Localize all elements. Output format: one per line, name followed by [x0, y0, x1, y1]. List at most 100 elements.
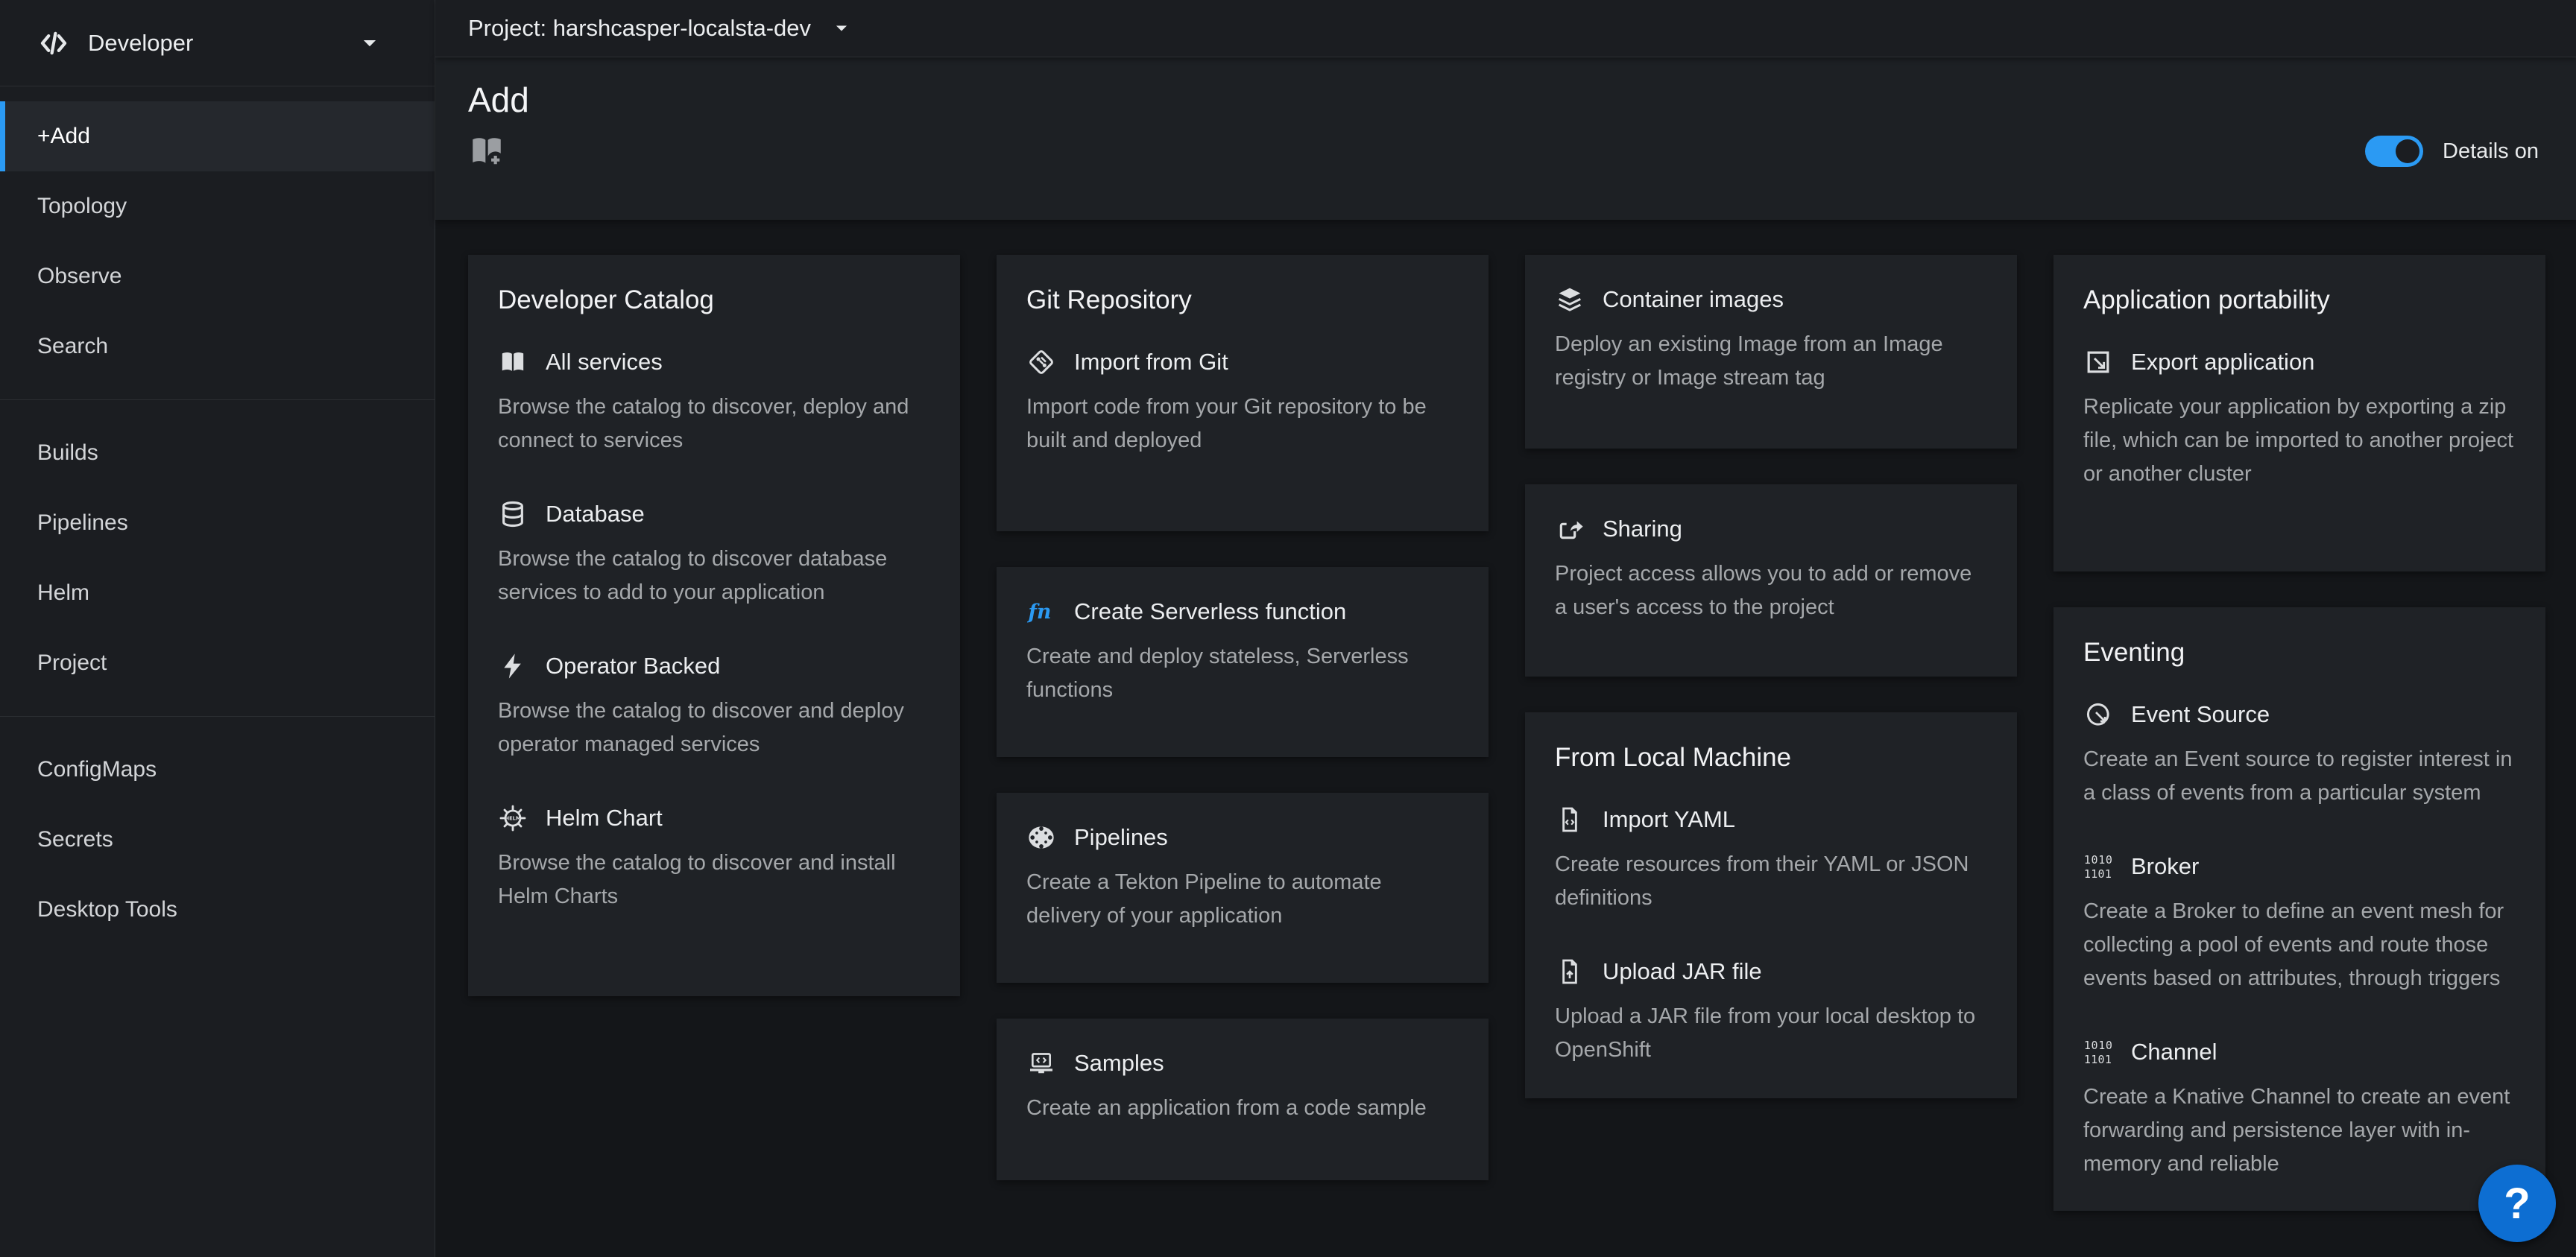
add-page-content: Developer Catalog All services Browse th…	[435, 220, 2576, 1257]
item-label: Container images	[1603, 286, 1784, 313]
book-plus-icon[interactable]	[468, 133, 505, 170]
card-git-repository: Git Repository Import from Git Import co…	[997, 255, 1489, 531]
add-item-import-from-git[interactable]: Import from Git Import code from your Gi…	[1026, 347, 1459, 457]
catalog-icon	[498, 347, 528, 377]
item-description: Create an application from a code sample	[1026, 1092, 1459, 1125]
git-icon	[1026, 347, 1056, 377]
item-label: Pipelines	[1074, 824, 1168, 851]
svg-text:HELM: HELM	[505, 815, 521, 821]
add-item-pipelines[interactable]: Pipelines Create a Tekton Pipeline to au…	[1026, 823, 1459, 933]
column-1: Developer Catalog All services Browse th…	[468, 255, 960, 1032]
add-item-event-source[interactable]: Event Source Create an Event source to r…	[2083, 700, 2516, 810]
chevron-down-icon	[832, 19, 851, 38]
item-label: Operator Backed	[546, 653, 720, 680]
card-from-local-machine: From Local Machine Import YAML Create re…	[1525, 712, 2017, 1098]
sidebar-nav: +Add Topology Observe Search Builds Pipe…	[0, 86, 435, 981]
sharing-icon	[1555, 514, 1585, 544]
serverless-fn-icon: fn	[1026, 597, 1056, 627]
sidebar-item-project[interactable]: Project	[0, 628, 435, 698]
card-eventing: Eventing Event Source Create an Event so…	[2053, 607, 2545, 1211]
samples-icon	[1026, 1048, 1056, 1078]
app-window: Developer +Add Topology Observe Search B…	[0, 0, 2576, 1257]
add-item-broker[interactable]: 101011011 Broker Create a Broker to defi…	[2083, 852, 2516, 995]
item-label: Event Source	[2131, 701, 2270, 728]
item-label: Helm Chart	[546, 805, 663, 832]
item-description: Create and deploy stateless, Serverless …	[1026, 640, 1459, 707]
sidebar-item-add[interactable]: +Add	[0, 101, 435, 171]
code-icon	[37, 27, 70, 60]
item-label: Channel	[2131, 1039, 2217, 1066]
import-yaml-icon	[1555, 805, 1585, 835]
item-description: Create an Event source to register inter…	[2083, 743, 2516, 810]
sidebar-item-builds[interactable]: Builds	[0, 418, 435, 488]
item-label: Export application	[2131, 349, 2314, 376]
sidebar-item-search[interactable]: Search	[0, 311, 435, 381]
item-label: Import YAML	[1603, 806, 1735, 833]
card-samples: Samples Create an application from a cod…	[997, 1019, 1489, 1180]
item-description: Create a Tekton Pipeline to automate del…	[1026, 866, 1459, 933]
database-icon	[498, 499, 528, 529]
item-description: Upload a JAR file from your local deskto…	[1555, 1000, 1987, 1067]
item-label: All services	[546, 349, 663, 376]
bolt-icon	[498, 651, 528, 681]
card-sharing: Sharing Project access allows you to add…	[1525, 484, 2017, 677]
sidebar-item-topology[interactable]: Topology	[0, 171, 435, 241]
item-description: Project access allows you to add or remo…	[1555, 557, 1987, 624]
card-columns: Developer Catalog All services Browse th…	[468, 255, 2545, 1247]
svg-text:1010: 1010	[2084, 1039, 2113, 1052]
column-4: Application portability Export applicati…	[2053, 255, 2545, 1247]
page-title: Add	[468, 80, 2539, 121]
add-item-upload-jar-file[interactable]: Upload JAR file Upload a JAR file from y…	[1555, 957, 1987, 1067]
add-item-sharing[interactable]: Sharing Project access allows you to add…	[1555, 514, 1987, 624]
svg-text:1010: 1010	[2084, 853, 2113, 867]
toggle-knob	[2396, 139, 2419, 163]
chevron-down-icon	[359, 32, 381, 54]
card-developer-catalog: Developer Catalog All services Browse th…	[468, 255, 960, 996]
svg-text:fn: fn	[1027, 601, 1052, 624]
card-pipelines: Pipelines Create a Tekton Pipeline to au…	[997, 793, 1489, 983]
item-description: Create resources from their YAML or JSON…	[1555, 848, 1987, 915]
sidebar-item-desktop-tools[interactable]: Desktop Tools	[0, 875, 435, 945]
item-description: Create a Broker to define an event mesh …	[2083, 895, 2516, 995]
perspective-label: Developer	[88, 30, 359, 57]
item-description: Browse the catalog to discover and deplo…	[498, 694, 930, 762]
nav-group-resources: Builds Pipelines Helm Project	[0, 418, 435, 717]
item-label: Upload JAR file	[1603, 958, 1762, 985]
helm-icon: HELM	[498, 803, 528, 833]
add-item-import-yaml[interactable]: Import YAML Create resources from their …	[1555, 805, 1987, 915]
add-item-create-serverless-function[interactable]: fn Create Serverless function Create and…	[1026, 597, 1459, 707]
broker-icon: 101011011	[2083, 852, 2113, 881]
sidebar-item-observe[interactable]: Observe	[0, 241, 435, 311]
sidebar-item-pipelines[interactable]: Pipelines	[0, 488, 435, 558]
channel-icon: 101011011	[2083, 1037, 2113, 1067]
details-toggle-wrap: Details on	[2365, 136, 2539, 167]
container-images-icon	[1555, 285, 1585, 314]
sidebar-item-configmaps[interactable]: ConfigMaps	[0, 735, 435, 805]
perspective-switcher[interactable]: Developer	[0, 0, 435, 86]
pipelines-icon	[1026, 823, 1056, 852]
card-container-images: Container images Deploy an existing Imag…	[1525, 255, 2017, 449]
add-item-database[interactable]: Database Browse the catalog to discover …	[498, 499, 930, 609]
event-source-icon	[2083, 700, 2113, 729]
add-item-channel[interactable]: 101011011 Channel Create a Knative Chann…	[2083, 1037, 2516, 1181]
nav-group-config: ConfigMaps Secrets Desktop Tools	[0, 735, 435, 963]
project-selector[interactable]: Project: harshcasper-localsta-dev	[468, 15, 851, 42]
add-item-container-images[interactable]: Container images Deploy an existing Imag…	[1555, 285, 1987, 395]
page-header: Add Details on	[435, 57, 2576, 220]
details-toggle[interactable]	[2365, 136, 2423, 167]
item-label: Broker	[2131, 853, 2199, 880]
add-item-export-application[interactable]: Export application Replicate your applic…	[2083, 347, 2516, 491]
item-description: Browse the catalog to discover database …	[498, 542, 930, 609]
add-item-all-services[interactable]: All services Browse the catalog to disco…	[498, 347, 930, 457]
add-item-operator-backed[interactable]: Operator Backed Browse the catalog to di…	[498, 651, 930, 762]
item-description: Replicate your application by exporting …	[2083, 390, 2516, 491]
sidebar-item-secrets[interactable]: Secrets	[0, 805, 435, 875]
add-item-helm-chart[interactable]: HELM Helm Chart Browse the catalog to di…	[498, 803, 930, 914]
help-button[interactable]: ?	[2478, 1165, 2556, 1242]
item-description: Browse the catalog to discover and insta…	[498, 846, 930, 914]
card-title: Eventing	[2083, 637, 2516, 668]
column-2: Git Repository Import from Git Import co…	[997, 255, 1489, 1216]
add-item-samples[interactable]: Samples Create an application from a cod…	[1026, 1048, 1459, 1125]
details-toggle-label: Details on	[2443, 139, 2539, 164]
sidebar-item-helm[interactable]: Helm	[0, 558, 435, 628]
